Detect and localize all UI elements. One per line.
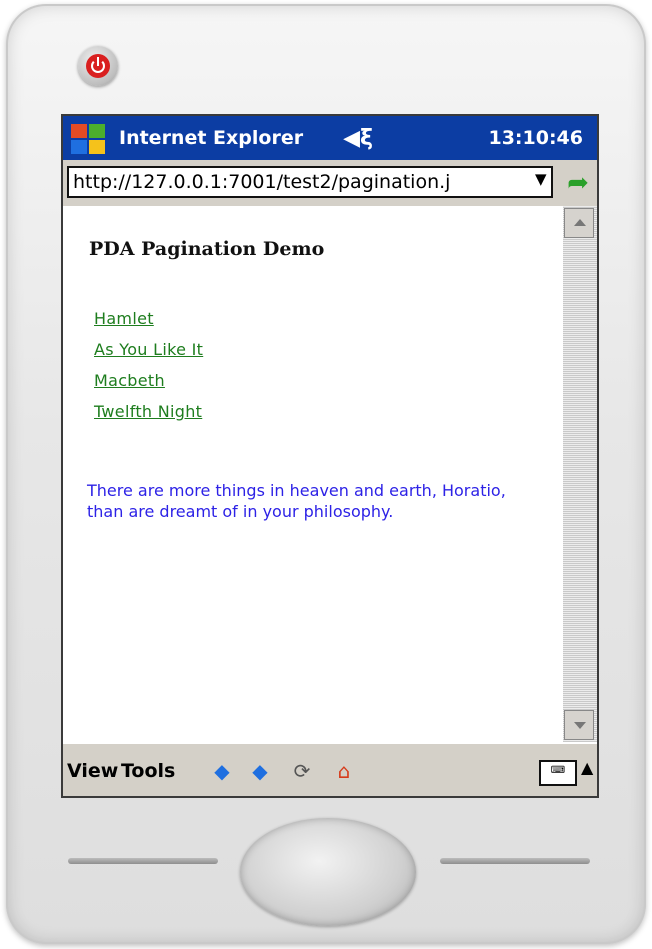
link-twelfth-night[interactable]: Twelfth Night: [94, 402, 203, 433]
link-as-you-like-it[interactable]: As You Like It: [94, 340, 203, 371]
clock[interactable]: 13:10:46: [488, 127, 583, 149]
link-hamlet[interactable]: Hamlet: [94, 309, 203, 340]
vertical-scrollbar[interactable]: [563, 206, 597, 742]
menu-view[interactable]: View: [67, 760, 118, 782]
power-button[interactable]: [78, 46, 118, 86]
link-list: Hamlet As You Like It Macbeth Twelfth Ni…: [94, 309, 203, 433]
input-panel-arrow-icon[interactable]: ▲: [581, 758, 593, 777]
app-title: Internet Explorer: [119, 127, 304, 149]
menu-bar: View Tools ◆ ◆ ⟳ ⌂ ⌨ ▲: [63, 742, 597, 796]
back-arrow-icon[interactable]: ◆: [209, 758, 235, 784]
refresh-icon[interactable]: ⟳: [289, 758, 315, 784]
scroll-up-button[interactable]: [564, 208, 594, 238]
power-icon: [86, 54, 110, 78]
home-icon[interactable]: ⌂: [331, 758, 357, 784]
address-input[interactable]: http://127.0.0.1:7001/test2/pagination.j: [67, 166, 553, 198]
address-bar: http://127.0.0.1:7001/test2/pagination.j…: [63, 160, 597, 206]
menu-tools[interactable]: Tools: [121, 760, 175, 782]
link-macbeth[interactable]: Macbeth: [94, 371, 203, 402]
navigation-pad[interactable]: [240, 818, 416, 926]
left-grip: [68, 858, 218, 864]
go-arrow-icon[interactable]: ➦: [563, 168, 593, 198]
forward-arrow-icon[interactable]: ◆: [247, 758, 273, 784]
windows-flag-icon[interactable]: [69, 122, 109, 154]
title-bar: Internet Explorer ◀︎ξ 13:10:46: [63, 116, 597, 160]
pda-screen: Internet Explorer ◀︎ξ 13:10:46 http://12…: [61, 114, 599, 798]
page-content: PDA Pagination Demo Hamlet As You Like I…: [63, 206, 563, 742]
quote-text: There are more things in heaven and eart…: [87, 481, 506, 521]
page-title: PDA Pagination Demo: [89, 238, 325, 260]
scroll-down-button[interactable]: [564, 710, 594, 740]
right-grip: [440, 858, 590, 864]
keyboard-icon[interactable]: ⌨: [539, 760, 577, 786]
speaker-icon[interactable]: ◀︎ξ: [343, 126, 373, 151]
address-dropdown-icon[interactable]: ▼: [535, 170, 547, 188]
